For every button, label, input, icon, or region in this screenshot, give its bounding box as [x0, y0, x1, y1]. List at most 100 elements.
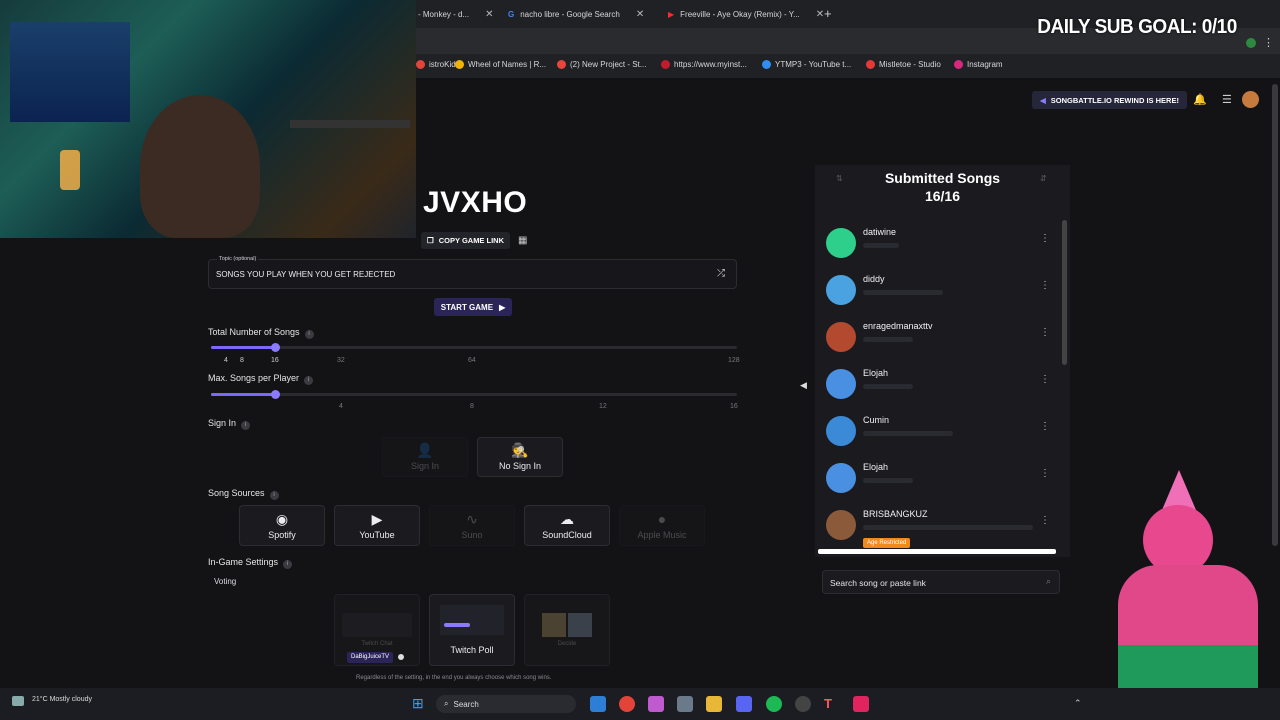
obs-icon[interactable]	[795, 696, 811, 712]
song-row[interactable]: Cumin ⋮	[826, 414, 1056, 454]
info-icon[interactable]: i	[304, 376, 314, 385]
tick: 64	[468, 357, 476, 364]
info-icon[interactable]: i	[283, 560, 293, 569]
voting-twitch-poll[interactable]: Twitch Poll	[429, 594, 515, 666]
edge-icon[interactable]	[590, 696, 606, 712]
bookmark-item[interactable]: (2) New Project - St...	[557, 60, 646, 69]
profile-icon[interactable]	[1246, 38, 1256, 48]
player-name: diddy	[863, 274, 885, 284]
tray-chevron-icon[interactable]: ⌃	[1074, 698, 1082, 709]
song-options-icon[interactable]: ⋮	[1040, 280, 1050, 291]
megaphone-icon: ◀	[1040, 95, 1046, 105]
tick: 8	[240, 357, 244, 364]
windows-start-icon[interactable]: ⊞	[412, 696, 424, 710]
shuffle-icon[interactable]: ⤮	[717, 268, 725, 279]
file-explorer-icon[interactable]	[706, 696, 722, 712]
tick: 8	[470, 403, 474, 410]
bookmark-item[interactable]: istroKid	[416, 60, 456, 69]
tab-label: Freeville - Aye Okay (Remix) - Y...	[680, 9, 800, 19]
songs-title: Submitted Songs	[884, 170, 1001, 186]
song-options-icon[interactable]: ⋮	[1040, 421, 1050, 432]
song-row[interactable]: enragedmanaxttv ⋮	[826, 320, 1056, 360]
start-game-button[interactable]: START GAME ▶	[434, 298, 512, 316]
source-spotify[interactable]: ◉ Spotify	[239, 505, 325, 546]
horizontal-scrollbar[interactable]	[818, 549, 1056, 554]
search-icon[interactable]: ⌕	[1046, 576, 1051, 587]
max-songs-thumb[interactable]	[271, 390, 280, 399]
song-search-field[interactable]: Search song or paste link ⌕	[822, 570, 1060, 594]
songs-scrollbar[interactable]	[1062, 220, 1067, 365]
spotify-icon[interactable]	[766, 696, 782, 712]
song-options-icon[interactable]: ⋮	[1040, 327, 1050, 338]
search-icon: ⌕	[444, 699, 449, 708]
source-soundcloud[interactable]: ☁ SoundCloud	[524, 505, 610, 546]
poll-bar	[444, 623, 470, 627]
google-icon: G	[508, 9, 515, 19]
total-songs-slider[interactable]	[211, 346, 737, 349]
close-tab-icon[interactable]: ✕	[485, 9, 493, 20]
menu-icon[interactable]: ⋮	[1263, 36, 1274, 49]
total-songs-thumb[interactable]	[271, 343, 280, 352]
song-options-icon[interactable]: ⋮	[1040, 233, 1050, 244]
source-youtube[interactable]: ▶ YouTube	[334, 505, 420, 546]
option-label: No Sign In	[498, 461, 542, 471]
browser-tab[interactable]: ▶ Freeville - Aye Okay (Remix) - Y... ✕	[668, 4, 824, 24]
song-options-icon[interactable]: ⋮	[1040, 468, 1050, 479]
song-row[interactable]: Elojah ⋮	[826, 461, 1056, 501]
weather-text[interactable]: 21°C Mostly cloudy	[32, 696, 92, 703]
bell-icon[interactable]: 🔔	[1193, 93, 1207, 106]
song-row[interactable]: BRISBANGKUZ ⋮ Age Restricted	[826, 508, 1056, 548]
source-suno[interactable]: ∿ Suno	[429, 505, 515, 546]
song-row[interactable]: diddy ⋮	[826, 273, 1056, 313]
qr-code-icon[interactable]: ▦	[518, 235, 527, 246]
tiktok-icon[interactable]	[853, 696, 869, 712]
bookmark-item[interactable]: YTMP3 - YouTube t...	[762, 60, 851, 69]
song-options-icon[interactable]: ⋮	[1040, 515, 1050, 526]
info-icon[interactable]: i	[269, 491, 279, 500]
total-songs-label: Total Number of Songs i	[208, 327, 314, 339]
player-avatar	[826, 228, 856, 258]
spotify-icon: ◉	[275, 510, 289, 527]
max-songs-slider[interactable]	[211, 393, 737, 396]
bookmark-item[interactable]: Wheel of Names | R...	[455, 60, 546, 69]
topic-input[interactable]: SONGS YOU PLAY WHEN YOU GET REJECTED	[216, 270, 395, 279]
collapse-panel-icon[interactable]: ◀	[800, 380, 807, 391]
rewind-banner[interactable]: ◀ SONGBATTLE.IO REWIND IS HERE!	[1032, 91, 1187, 109]
taskbar-search[interactable]: ⌕ Search	[436, 695, 576, 713]
browser-tab[interactable]: - Monkey - d... ✕	[418, 4, 494, 24]
copy-link-label: COPY GAME LINK	[438, 236, 505, 245]
app-icon[interactable]	[648, 696, 664, 712]
info-icon[interactable]: i	[241, 421, 251, 430]
song-row[interactable]: datiwine ⋮	[826, 226, 1056, 266]
discord-icon[interactable]	[736, 696, 752, 712]
song-placeholder-bar	[863, 431, 953, 436]
no-sign-in-option[interactable]: 🕵 No Sign In	[477, 437, 563, 477]
voting-decide[interactable]: Decide	[524, 594, 610, 666]
topic-field[interactable]: Topic (optional) SONGS YOU PLAY WHEN YOU…	[208, 256, 737, 289]
bookmark-item[interactable]: Instagram	[954, 60, 1003, 69]
bookmark-item[interactable]: https://www.myinst...	[661, 60, 747, 69]
source-apple-music[interactable]: ● Apple Music	[619, 505, 705, 546]
close-tab-icon[interactable]: ✕	[636, 9, 644, 20]
page-scrollbar[interactable]	[1272, 84, 1278, 546]
close-tab-icon[interactable]: ✕	[816, 9, 824, 20]
start-game-label: START GAME	[440, 302, 494, 312]
browser-tab[interactable]: Gnacho libre - Google Search ✕	[508, 4, 644, 24]
new-tab-button[interactable]: +	[824, 6, 832, 21]
max-songs-label: Max. Songs per Player i	[208, 373, 314, 385]
source-label: Spotify	[268, 529, 296, 540]
hamburger-icon[interactable]: ☰	[1222, 93, 1232, 106]
player-avatar	[826, 322, 856, 352]
song-search-input[interactable]: Search song or paste link	[830, 578, 926, 588]
bookmark-icon	[455, 60, 464, 69]
sign-in-option[interactable]: 👤 Sign In	[382, 437, 468, 477]
bookmark-item[interactable]: Mistletoe - Studio	[866, 60, 941, 69]
user-avatar[interactable]	[1242, 91, 1259, 108]
info-icon[interactable]: i	[304, 330, 314, 339]
text-app-icon[interactable]: T	[824, 696, 840, 712]
chrome-icon[interactable]	[619, 696, 635, 712]
copy-game-link-button[interactable]: ❐ COPY GAME LINK	[421, 232, 511, 249]
settings-icon[interactable]	[677, 696, 693, 712]
song-row[interactable]: Elojah ⋮	[826, 367, 1056, 407]
song-options-icon[interactable]: ⋮	[1040, 374, 1050, 385]
